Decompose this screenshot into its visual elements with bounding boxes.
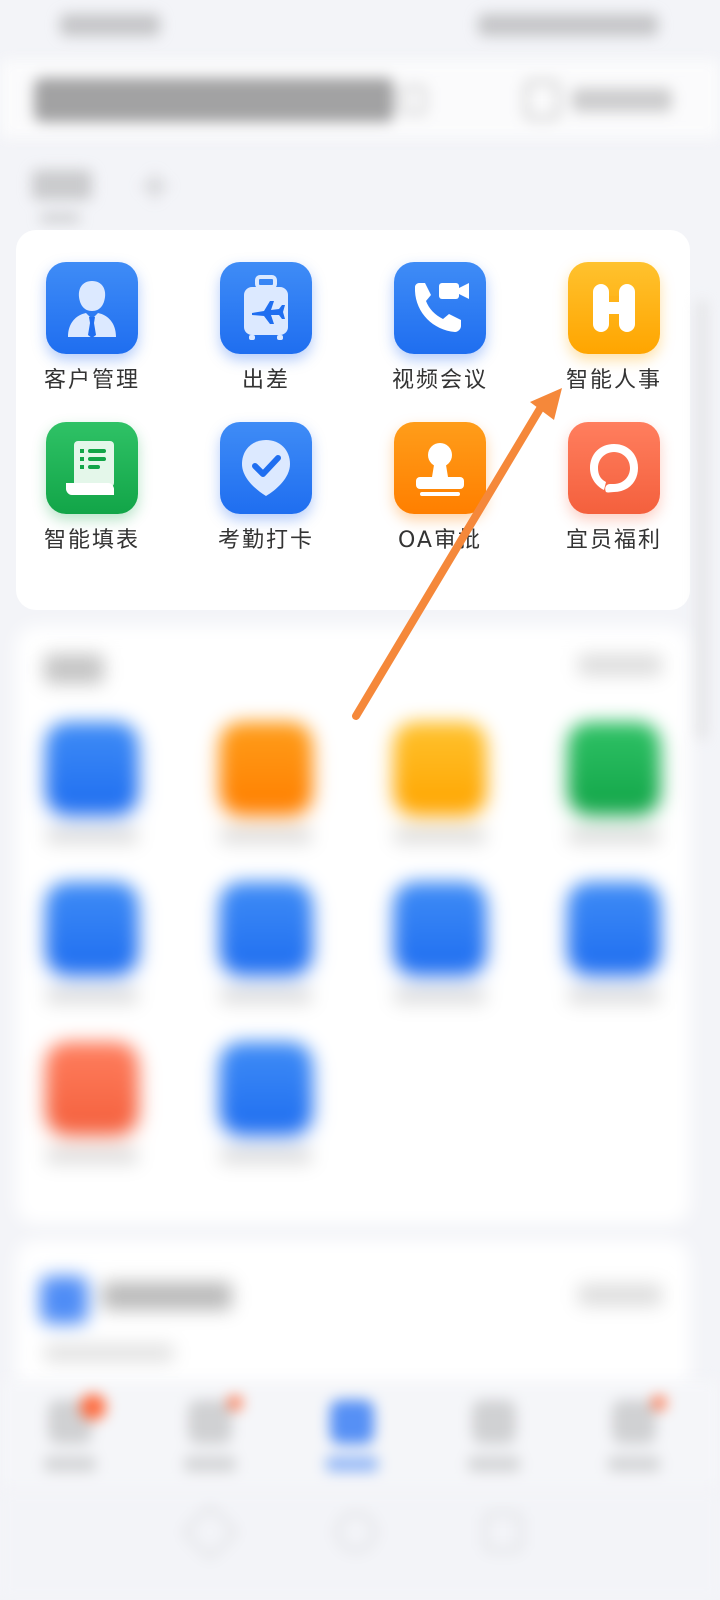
app-smart-form[interactable]: 智能填表: [16, 422, 176, 572]
app-label: 视频会议: [391, 368, 488, 393]
app-label: 智能人事: [565, 368, 662, 393]
app-employee-welfare[interactable]: 宜员福利: [538, 422, 698, 572]
nav-label: [468, 1456, 520, 1472]
grid-app[interactable]: [538, 882, 698, 1032]
contacts-icon: [472, 1400, 516, 1444]
grid-app[interactable]: [16, 882, 176, 1032]
admin-entry-label: [572, 88, 672, 112]
stamp-icon: [394, 422, 486, 514]
back-icon[interactable]: [181, 1503, 239, 1561]
bottom-nav: [0, 1380, 720, 1490]
tab-indicator: [40, 214, 80, 222]
admin-entry[interactable]: [524, 76, 674, 124]
grid-app[interactable]: [190, 1042, 350, 1192]
app-label: [394, 828, 486, 844]
customer-icon: [46, 262, 138, 354]
notice-subtitle: [44, 1344, 174, 1362]
app-label: 宜员福利: [565, 528, 662, 553]
grid-app[interactable]: [364, 722, 524, 872]
company-title[interactable]: [34, 78, 394, 122]
app-video-conference[interactable]: 视频会议: [364, 262, 524, 412]
app-label: 客户管理: [43, 368, 140, 393]
tab-common[interactable]: [32, 170, 92, 200]
status-icons: [478, 14, 658, 36]
app-icon: [220, 722, 312, 814]
grid-app[interactable]: [538, 722, 698, 872]
status-bar: [0, 0, 720, 56]
nav-item-messages[interactable]: [30, 1394, 110, 1480]
nav-label: [184, 1456, 236, 1472]
home-icon[interactable]: [336, 1512, 376, 1552]
grid-icon: [330, 1400, 374, 1444]
nav-label: [326, 1456, 378, 1472]
luggage-icon: [220, 262, 312, 354]
app-label: OA审批: [398, 528, 482, 553]
app-label: 智能填表: [43, 528, 140, 553]
notice-title: [102, 1282, 232, 1310]
grid-app[interactable]: [16, 722, 176, 872]
app-label: [394, 988, 486, 1004]
app-label: 出差: [241, 368, 290, 393]
scrollbar[interactable]: [698, 300, 706, 740]
nav-label: [608, 1456, 660, 1472]
status-time: [60, 14, 160, 36]
system-nav-bar: [0, 1490, 720, 1600]
app-business-trip[interactable]: 出差: [190, 262, 350, 412]
switch-org-icon[interactable]: [402, 86, 426, 114]
app-label: [46, 988, 138, 1004]
all-apps-card: [16, 626, 690, 1224]
app-label: [46, 828, 138, 844]
app-icon: [46, 882, 138, 974]
app-icon: [46, 1042, 138, 1134]
app-label: [568, 988, 660, 1004]
dot-badge: [652, 1396, 666, 1410]
app-icon: [394, 882, 486, 974]
nav-item-workbench[interactable]: [312, 1400, 392, 1480]
app-label: [568, 828, 660, 844]
document-icon: [188, 1400, 232, 1444]
nav-item-docs[interactable]: [170, 1396, 250, 1480]
h-logo-icon: [568, 262, 660, 354]
grid-app[interactable]: [190, 882, 350, 1032]
section-title: [44, 654, 104, 684]
section-more-link[interactable]: [578, 654, 662, 676]
app-oa-approval[interactable]: OA审批: [364, 422, 524, 572]
nav-label: [44, 1456, 96, 1472]
grid-app[interactable]: [16, 1042, 176, 1192]
nav-item-me[interactable]: [594, 1396, 674, 1480]
unread-badge: [80, 1394, 106, 1420]
notice-more-link[interactable]: [578, 1284, 662, 1306]
notice-icon: [40, 1276, 88, 1324]
notice-card: [16, 1240, 690, 1400]
building-icon: [524, 80, 560, 120]
app-label: [220, 828, 312, 844]
app-icon: [220, 882, 312, 974]
grid-app[interactable]: [190, 722, 350, 872]
grid-app[interactable]: [364, 882, 524, 1032]
app-icon: [220, 1042, 312, 1134]
common-apps-card: 客户管理 出差 视频会议 智能人事 智能填表 考勤打卡 OA审批 宜员福利: [16, 230, 690, 610]
app-label: [46, 1148, 138, 1164]
workbench-tabs: +: [0, 150, 720, 230]
app-icon: [46, 722, 138, 814]
person-icon: [612, 1400, 656, 1444]
video-call-icon: [394, 262, 486, 354]
app-smart-hr[interactable]: 智能人事: [538, 262, 698, 412]
location-check-icon: [220, 422, 312, 514]
form-scroll-icon: [46, 422, 138, 514]
app-label: [220, 988, 312, 1004]
add-tab-icon[interactable]: +: [138, 166, 178, 206]
recents-icon[interactable]: [484, 1512, 522, 1552]
dot-badge: [228, 1396, 242, 1410]
app-icon: [568, 722, 660, 814]
app-label: [220, 1148, 312, 1164]
welfare-icon: [568, 422, 660, 514]
app-customer-management[interactable]: 客户管理: [16, 262, 176, 412]
app-attendance[interactable]: 考勤打卡: [190, 422, 350, 572]
nav-item-contacts[interactable]: [454, 1400, 534, 1480]
app-icon: [568, 882, 660, 974]
app-label: 考勤打卡: [217, 528, 314, 553]
app-header: [0, 60, 720, 138]
app-icon: [394, 722, 486, 814]
